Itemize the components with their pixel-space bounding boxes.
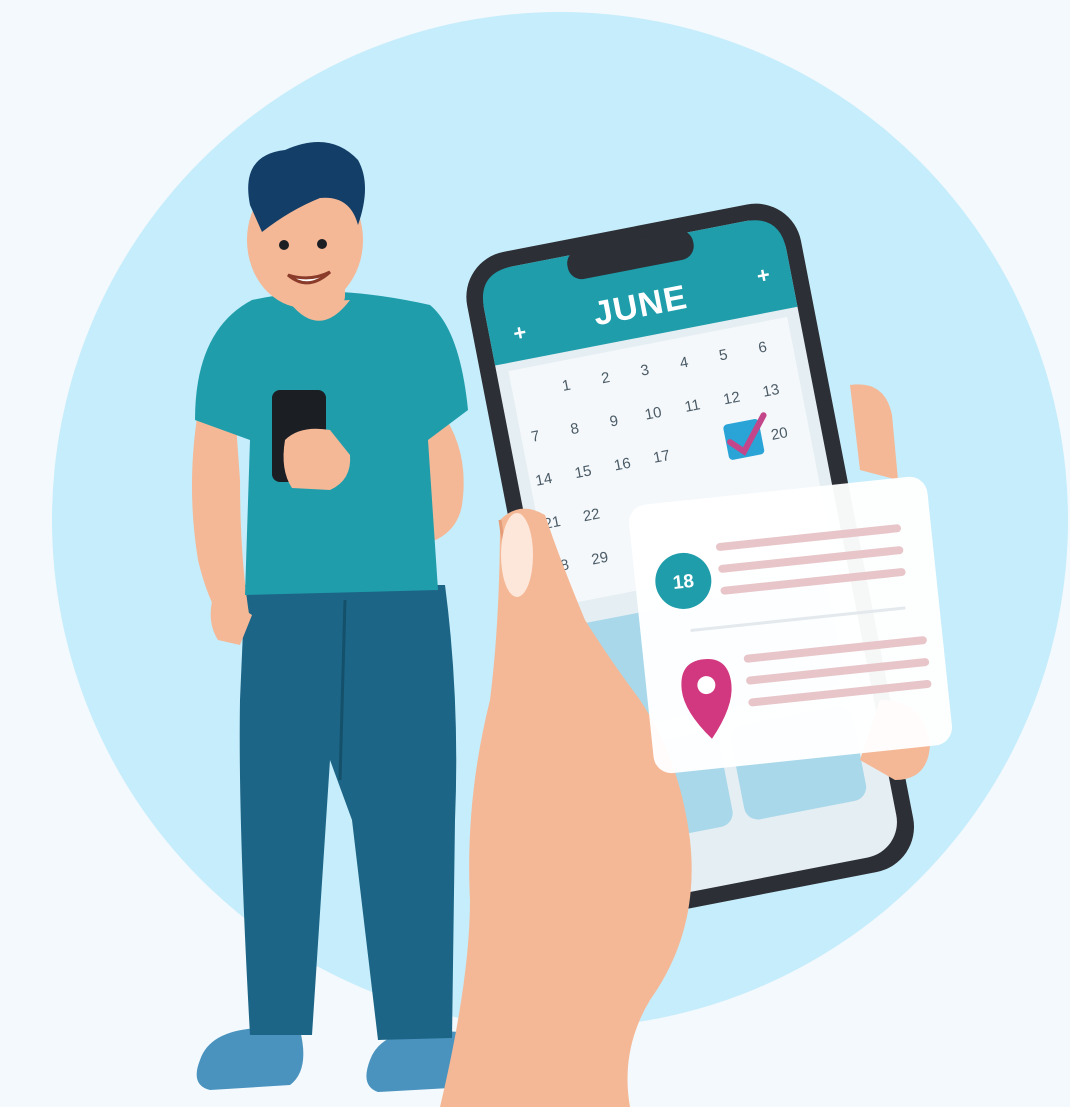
calendar-day[interactable]: 10 — [643, 404, 663, 424]
calendar-day[interactable]: 13 — [761, 381, 781, 401]
calendar-day[interactable]: 17 — [652, 447, 672, 467]
calendar-day[interactable]: 11 — [683, 396, 702, 416]
calendar-day[interactable]: 14 — [534, 470, 554, 490]
thumbnail — [501, 513, 533, 597]
event-card-panel — [629, 476, 953, 774]
calendar-day[interactable]: 16 — [613, 455, 633, 475]
date-badge-label: 18 — [672, 571, 695, 594]
illustration-stage: JUNE + + 1234567891011121314151617192021… — [0, 0, 1070, 1107]
calendar-day[interactable]: 29 — [590, 549, 610, 569]
event-card[interactable]: 18 — [627, 475, 954, 775]
left-shoe — [196, 1028, 304, 1090]
calendar-day[interactable]: 22 — [582, 505, 602, 525]
calendar-day[interactable]: 20 — [770, 424, 790, 444]
calendar-day[interactable]: 12 — [722, 389, 742, 409]
calendar-day[interactable]: 15 — [573, 462, 593, 482]
scheduling-illustration: JUNE + + 1234567891011121314151617192021… — [52, 12, 1068, 1107]
